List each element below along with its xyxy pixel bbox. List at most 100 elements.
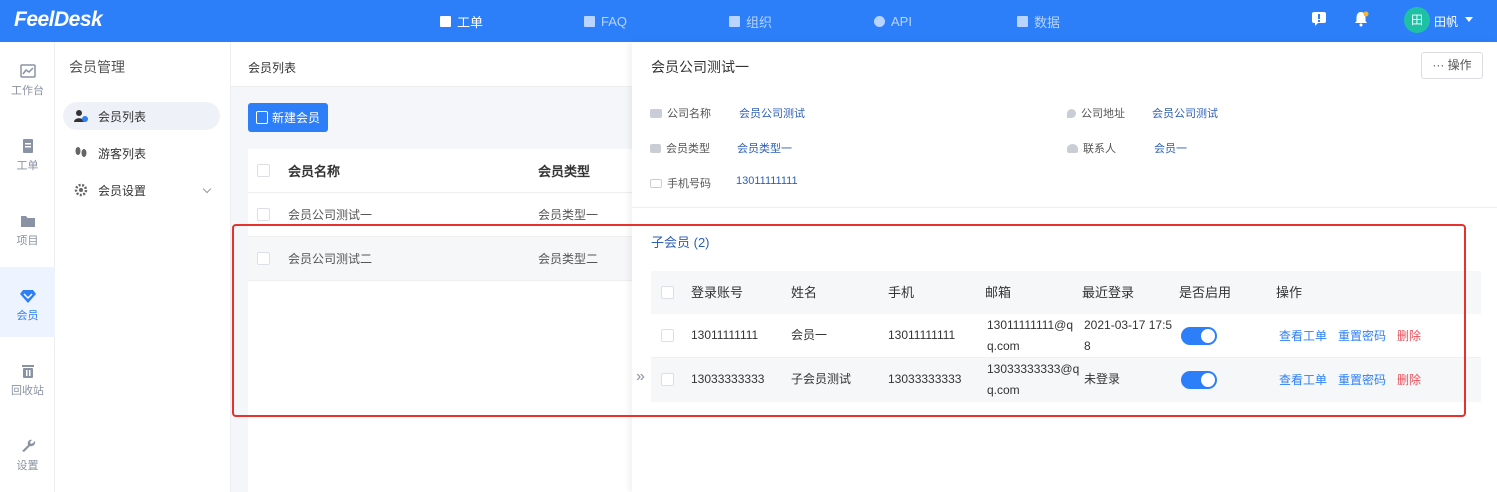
app-logo[interactable]: FeelDesk [14,8,103,32]
new-member-button[interactable]: 新建会员 [248,103,329,132]
select-all-checkbox[interactable] [661,286,674,299]
toggle-knob [1201,329,1215,343]
member-type-cell: 会员类型一 [538,208,599,222]
cloud-icon [874,15,885,27]
operations-button[interactable]: ··· 操作 [1421,52,1483,79]
contact-label: 联系人 [1067,140,1116,156]
member-name-cell: 会员公司测试一 [288,208,373,222]
delete-link[interactable]: 删除 [1397,371,1421,388]
subnav-item-member-list[interactable]: 会员列表 [63,102,220,130]
sidebar-item-tickets[interactable]: 工单 [0,117,55,187]
sidebar-item-label: 设置 [16,460,39,472]
ticket-icon [440,15,451,27]
sidebar-item-projects[interactable]: 项目 [0,192,55,262]
email-cell: 13011111111@q [987,318,1074,332]
drawer-title: 会员公司测试一 [651,59,749,75]
label-text: 会员类型 [666,143,710,155]
label-text: 联系人 [1083,143,1116,155]
sidebar-item-label: 工单 [16,160,39,172]
contact-value: 会员一 [1154,143,1187,155]
table-row[interactable]: 会员公司测试一 会员类型一 [248,193,632,237]
view-tickets-link[interactable]: 查看工单 [1279,371,1327,388]
notice-icon[interactable] [1311,11,1327,27]
phone-cell: 13011111111 [888,328,956,342]
sidebar-item-label: 工作台 [11,85,44,97]
add-icon [256,111,268,124]
row-checkbox[interactable] [257,208,270,221]
account-cell: 13011111111 [691,328,759,342]
subnav-title: 会员管理 [69,59,125,75]
row-checkbox[interactable] [257,252,270,265]
column-header: 邮箱 [985,285,1012,300]
chevron-down-icon[interactable] [202,184,212,194]
last-login-cell: 2021-03-17 17:5 [1084,318,1173,332]
nav-tab-api[interactable]: API [874,0,912,42]
member-type-value: 会员类型一 [737,143,792,155]
enabled-toggle[interactable] [1181,327,1217,345]
column-header: 会员名称 [288,164,341,179]
toggle-knob [1201,373,1215,387]
trash-icon [21,365,34,378]
column-header: 操作 [1276,285,1303,300]
top-navbar: FeelDesk 工单 FAQ 组织 API 数据 田 田帆 [0,0,1497,42]
sidebar-item-recycle-bin[interactable]: 回收站 [0,342,55,412]
chart-icon [19,64,36,78]
account-cell: 13033333333 [691,372,765,386]
phone-cell: 13033333333 [888,372,962,386]
email-cell-wrap: q.com [987,339,1020,353]
chevron-down-icon[interactable] [1465,17,1473,22]
sidebar-item-members[interactable]: 会员 [0,267,55,337]
sidebar-item-settings[interactable]: 设置 [0,417,55,487]
enabled-toggle[interactable] [1181,371,1217,389]
user-name[interactable]: 田帆 [1434,13,1458,30]
folder-icon [20,216,35,227]
person-icon [1067,143,1078,153]
member-type-cell: 会员类型二 [538,252,599,266]
row-checkbox[interactable] [661,329,674,342]
reset-password-link[interactable]: 重置密码 [1338,371,1386,388]
sidebar-item-label: 项目 [16,235,39,247]
nav-tab-label: 组织 [746,14,773,30]
member-detail-drawer: 会员公司测试一 ··· 操作 公司名称 会员公司测试 公司地址 会员公司测试 会… [632,42,1497,492]
bell-icon[interactable] [1353,11,1369,27]
organization-icon [729,15,740,27]
reset-password-link[interactable]: 重置密码 [1338,327,1386,344]
bar-chart-icon [1017,15,1028,27]
nav-tab-tickets[interactable]: 工单 [440,0,483,42]
column-header: 是否启用 [1179,285,1232,300]
row-checkbox[interactable] [661,373,674,386]
table-row[interactable]: 13011111111 会员一 13011111111 13011111111@… [651,314,1481,358]
table-row[interactable]: 会员公司测试二 会员类型二 [248,237,632,281]
email-cell-wrap: q.com [987,383,1020,397]
table-header-row: 登录账号 姓名 手机 邮箱 最近登录 是否启用 操作 [651,271,1481,314]
column-header: 最近登录 [1082,285,1135,300]
nav-tab-organization[interactable]: 组织 [729,0,772,42]
new-member-label: 新建会员 [272,111,321,125]
address-value: 会员公司测试 [1152,108,1218,120]
name-cell: 子会员测试 [791,372,852,386]
select-all-checkbox[interactable] [257,164,270,177]
nav-tab-faq[interactable]: FAQ [584,0,627,42]
nav-tab-data[interactable]: 数据 [1017,0,1060,42]
phone-label: 手机号码 [650,175,711,191]
sidebar-item-workbench[interactable]: 工作台 [0,42,55,112]
mail-icon [650,178,662,188]
column-header: 手机 [888,285,915,300]
left-sidebar: 工作台 工单 项目 会员 回收站 设置 [0,42,55,492]
collapse-drawer-icon[interactable]: » [636,368,645,386]
email-cell: 13033333333@q [987,362,1080,376]
subnav-item-label: 会员设置 [98,183,147,198]
subnav-item-visitor-list[interactable]: 游客列表 [63,139,220,167]
gear-icon [74,183,88,197]
subnav-item-member-settings[interactable]: 会员设置 [63,176,220,204]
nav-tab-label: 工单 [457,14,484,30]
label-text: 公司地址 [1081,108,1125,120]
avatar[interactable]: 田 [1404,7,1430,33]
diamond-icon [19,290,36,303]
footprint-icon [75,147,87,157]
table-header-row: 会员名称 会员类型 [248,149,632,193]
delete-link[interactable]: 删除 [1397,327,1421,344]
view-tickets-link[interactable]: 查看工单 [1279,327,1327,344]
table-row[interactable]: 13033333333 子会员测试 13033333333 1303333333… [651,358,1481,402]
subnav-item-label: 游客列表 [98,146,147,161]
